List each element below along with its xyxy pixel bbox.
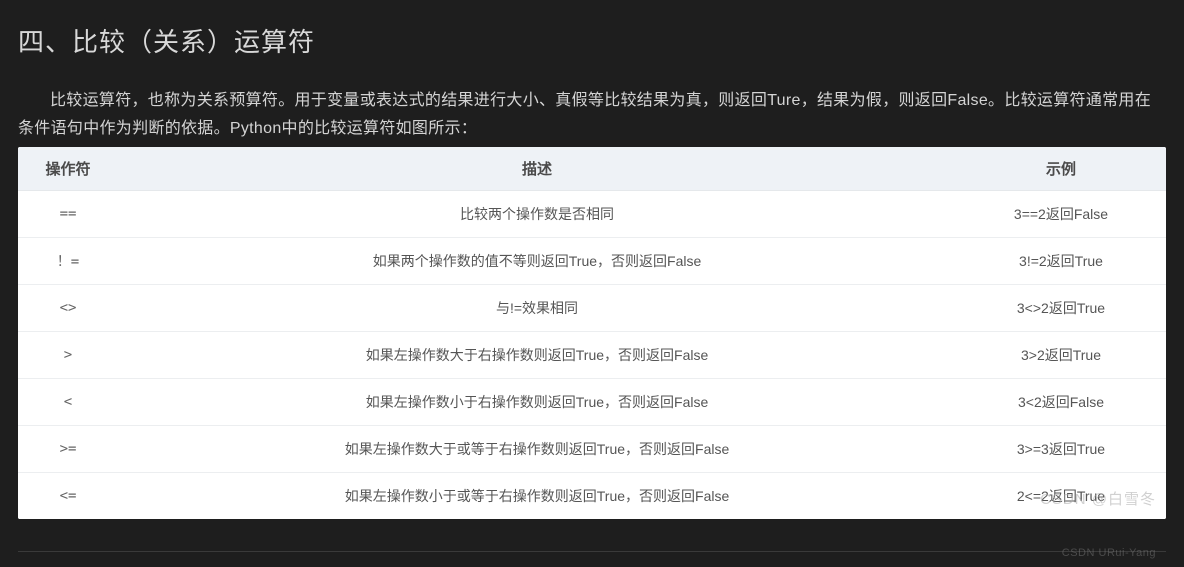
cell-description: 如果左操作数小于右操作数则返回True，否则返回False	[118, 379, 956, 426]
table-row: > 如果左操作数大于右操作数则返回True，否则返回False 3>2返回Tru…	[18, 332, 1166, 379]
cell-description: 如果左操作数小于或等于右操作数则返回True，否则返回False	[118, 473, 956, 520]
page-title: 四、比较（关系）运算符	[18, 22, 1166, 59]
cell-example: 3==2返回False	[956, 191, 1166, 238]
table-row: == 比较两个操作数是否相同 3==2返回False	[18, 191, 1166, 238]
cell-example: 3>2返回True	[956, 332, 1166, 379]
cell-operator: <	[18, 379, 118, 426]
th-operator: 操作符	[18, 147, 118, 191]
table-header-row: 操作符 描述 示例	[18, 147, 1166, 191]
cell-example: 2<=2返回True	[956, 473, 1166, 520]
table-row: <= 如果左操作数小于或等于右操作数则返回True，否则返回False 2<=2…	[18, 473, 1166, 520]
cell-description: 比较两个操作数是否相同	[118, 191, 956, 238]
section-divider	[18, 551, 1166, 552]
table-row: ！= 如果两个操作数的值不等则返回True，否则返回False 3!=2返回Tr…	[18, 238, 1166, 285]
operators-table-container: 操作符 描述 示例 == 比较两个操作数是否相同 3==2返回False ！= …	[18, 147, 1166, 519]
cell-operator: ！=	[18, 238, 118, 285]
cell-example: 3!=2返回True	[956, 238, 1166, 285]
cell-operator: >	[18, 332, 118, 379]
intro-paragraph: 比较运算符，也称为关系预算符。用于变量或表达式的结果进行大小、真假等比较结果为真…	[18, 87, 1166, 143]
table-row: < 如果左操作数小于右操作数则返回True，否则返回False 3<2返回Fal…	[18, 379, 1166, 426]
cell-example: 3<2返回False	[956, 379, 1166, 426]
table-row: <> 与!=效果相同 3<>2返回True	[18, 285, 1166, 332]
th-example: 示例	[956, 147, 1166, 191]
cell-description: 如果左操作数大于或等于右操作数则返回True，否则返回False	[118, 426, 956, 473]
cell-description: 与!=效果相同	[118, 285, 956, 332]
cell-description: 如果两个操作数的值不等则返回True，否则返回False	[118, 238, 956, 285]
operators-table: 操作符 描述 示例 == 比较两个操作数是否相同 3==2返回False ！= …	[18, 147, 1166, 519]
cell-operator: <>	[18, 285, 118, 332]
table-row: >= 如果左操作数大于或等于右操作数则返回True，否则返回False 3>=3…	[18, 426, 1166, 473]
cell-description: 如果左操作数大于右操作数则返回True，否则返回False	[118, 332, 956, 379]
cell-operator: <=	[18, 473, 118, 520]
th-description: 描述	[118, 147, 956, 191]
cell-example: 3<>2返回True	[956, 285, 1166, 332]
cell-operator: ==	[18, 191, 118, 238]
cell-operator: >=	[18, 426, 118, 473]
cell-example: 3>=3返回True	[956, 426, 1166, 473]
